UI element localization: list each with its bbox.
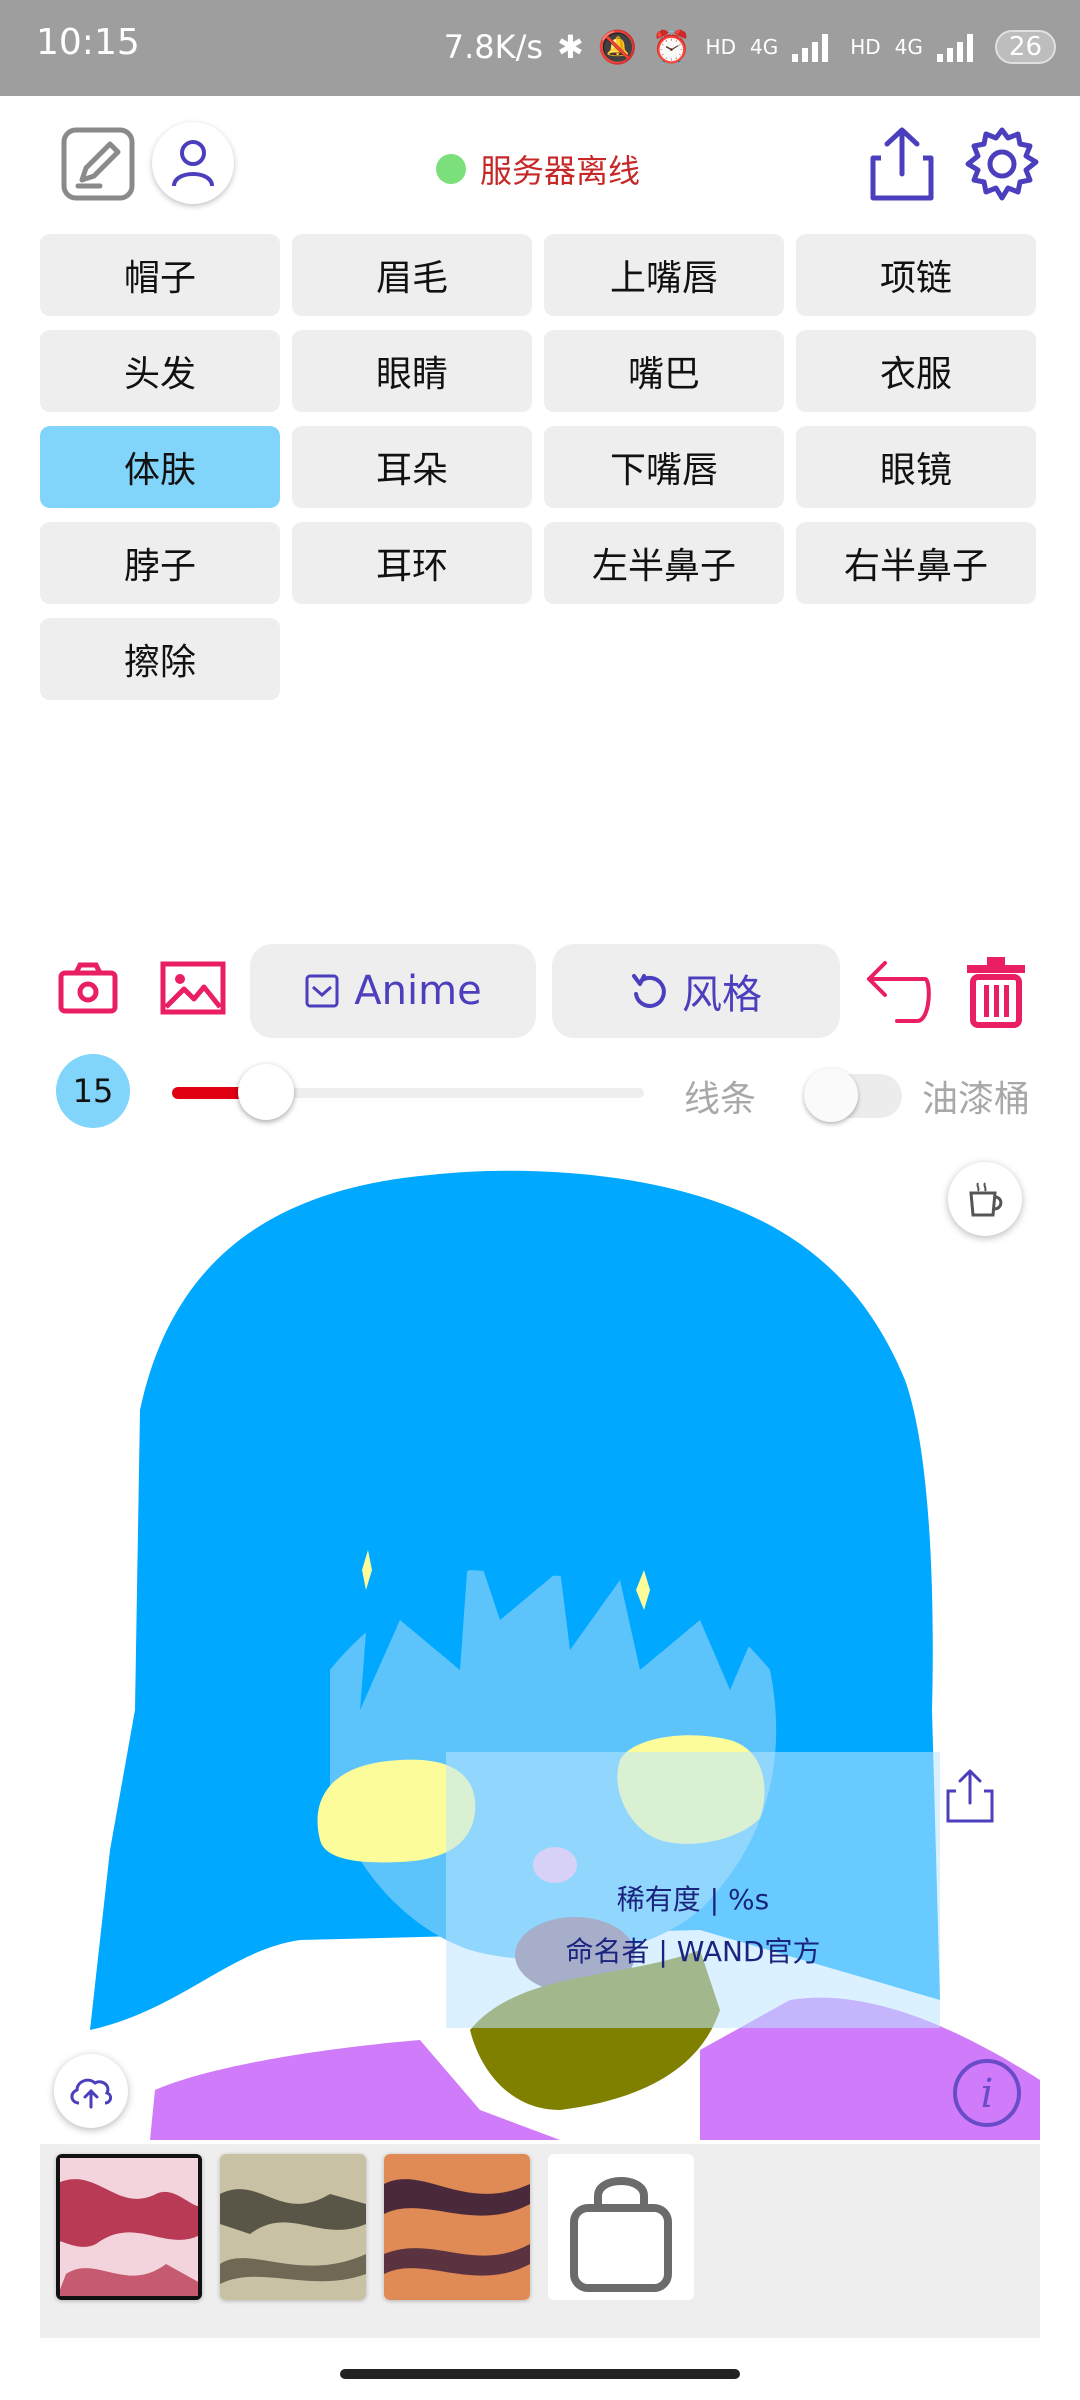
shop-button[interactable] — [548, 2154, 694, 2300]
namer-text: 命名者 | WAND官方 — [565, 1935, 821, 1968]
cloud-upload-button[interactable] — [54, 2054, 128, 2128]
part-button-mouth[interactable]: 嘴巴 — [544, 330, 784, 412]
part-button-hat[interactable]: 帽子 — [40, 234, 280, 316]
texture-strip — [40, 2144, 1040, 2338]
checkbox-mail-icon — [305, 974, 339, 1008]
texture-khaki-image — [220, 2154, 366, 2300]
svg-text:i: i — [981, 2071, 994, 2117]
image-icon — [160, 961, 226, 1015]
texture-thumb-red[interactable] — [56, 2154, 202, 2300]
rarity-text: 稀有度 | %s — [616, 1883, 770, 1916]
gear-icon — [965, 127, 1039, 201]
coffee-cup-icon — [969, 1182, 1003, 1217]
delete-button[interactable] — [960, 952, 1032, 1032]
status-icons: 7.8K/s ✱ 🔕 ⏰ HD 4G HD 4G 26 — [444, 22, 1056, 72]
server-status-text: 服务器离线 — [480, 152, 641, 190]
info-button[interactable]: i — [950, 2056, 1024, 2130]
style-label: 风格 — [682, 972, 762, 1018]
part-button-necklace[interactable]: 项链 — [796, 234, 1036, 316]
user-profile-button[interactable] — [152, 122, 234, 204]
share-button[interactable] — [862, 124, 942, 204]
part-button-erase[interactable]: 擦除 — [40, 618, 280, 700]
alarm-icon: ⏰ — [651, 28, 692, 66]
part-button-clothes[interactable]: 衣服 — [796, 330, 1036, 412]
texture-orange-image — [384, 2154, 530, 2300]
trash-icon — [967, 957, 1025, 1028]
brush-size-slider-thumb[interactable] — [238, 1064, 295, 1120]
anime-mode-button[interactable]: Anime — [250, 944, 536, 1038]
user-icon — [172, 140, 214, 187]
gallery-button[interactable] — [158, 956, 228, 1020]
shopping-bag-icon — [570, 2177, 672, 2292]
server-status: 服务器离线 — [436, 146, 640, 192]
net-type-label-2: 4G — [894, 35, 923, 59]
camera-icon — [58, 962, 118, 1014]
share-icon-small — [946, 1769, 994, 1823]
undo-icon — [867, 961, 931, 1023]
bucket-toggle-knob[interactable] — [804, 1068, 858, 1122]
brush-size-badge: 15 — [56, 1054, 130, 1128]
settings-button[interactable] — [962, 124, 1042, 204]
texture-red-image — [56, 2154, 202, 2300]
anime-mode-label: Anime — [354, 968, 482, 1014]
part-button-glasses[interactable]: 眼镜 — [796, 426, 1036, 508]
part-button-upper-lip[interactable]: 上嘴唇 — [544, 234, 784, 316]
camera-button[interactable] — [56, 956, 120, 1020]
style-button[interactable]: 风格 — [552, 944, 840, 1038]
part-button-left-nose[interactable]: 左半鼻子 — [544, 522, 784, 604]
cloud-upload-icon — [70, 2078, 113, 2109]
signal-icon — [792, 32, 836, 62]
mute-bell-icon: 🔕 — [597, 28, 638, 66]
bluetooth-icon: ✱ — [557, 28, 584, 66]
info-overlay-card: 稀有度 | %s 命名者 | WAND官方 — [446, 1752, 940, 2028]
texture-thumb-khaki[interactable] — [220, 2154, 366, 2300]
hd-label: HD — [705, 35, 736, 59]
part-button-ears[interactable]: 耳朵 — [292, 426, 532, 508]
part-button-hair[interactable]: 头发 — [40, 330, 280, 412]
battery-indicator: 26 — [994, 30, 1056, 64]
part-button-neck[interactable]: 脖子 — [40, 522, 280, 604]
edit-icon[interactable] — [58, 124, 138, 204]
network-speed: 7.8K/s — [443, 28, 544, 66]
hd-label-2: HD — [850, 35, 881, 59]
undo-button[interactable] — [862, 956, 934, 1028]
coffee-button[interactable] — [948, 1162, 1022, 1236]
status-time: 10:15 — [36, 22, 140, 63]
part-button-skin[interactable]: 体肤 — [40, 426, 280, 508]
signal-icon-2 — [936, 32, 981, 62]
part-selector-grid: 帽子 眉毛 上嘴唇 项链 头发 眼睛 嘴巴 衣服 体肤 耳朵 下嘴唇 眼镜 脖子… — [40, 234, 1040, 700]
part-button-eyebrow[interactable]: 眉毛 — [292, 234, 532, 316]
share-icon — [870, 127, 934, 201]
line-mode-label: 线条 — [684, 1079, 757, 1120]
part-button-earrings[interactable]: 耳环 — [292, 522, 532, 604]
gesture-nav-handle[interactable] — [340, 2369, 740, 2379]
card-share-button[interactable] — [940, 1764, 1000, 1828]
part-button-right-nose[interactable]: 右半鼻子 — [796, 522, 1036, 604]
bucket-mode-label: 油漆桶 — [922, 1079, 1031, 1120]
net-type-label: 4G — [749, 35, 779, 59]
info-icon: i — [953, 2059, 1021, 2127]
refresh-icon — [632, 974, 666, 1008]
part-button-lower-lip[interactable]: 下嘴唇 — [544, 426, 784, 508]
part-button-eyes[interactable]: 眼睛 — [292, 330, 532, 412]
status-dot — [436, 154, 466, 184]
status-bar: 10:15 7.8K/s ✱ 🔕 ⏰ HD 4G HD 4G 26 — [0, 0, 1080, 96]
texture-thumb-orange[interactable] — [384, 2154, 530, 2300]
